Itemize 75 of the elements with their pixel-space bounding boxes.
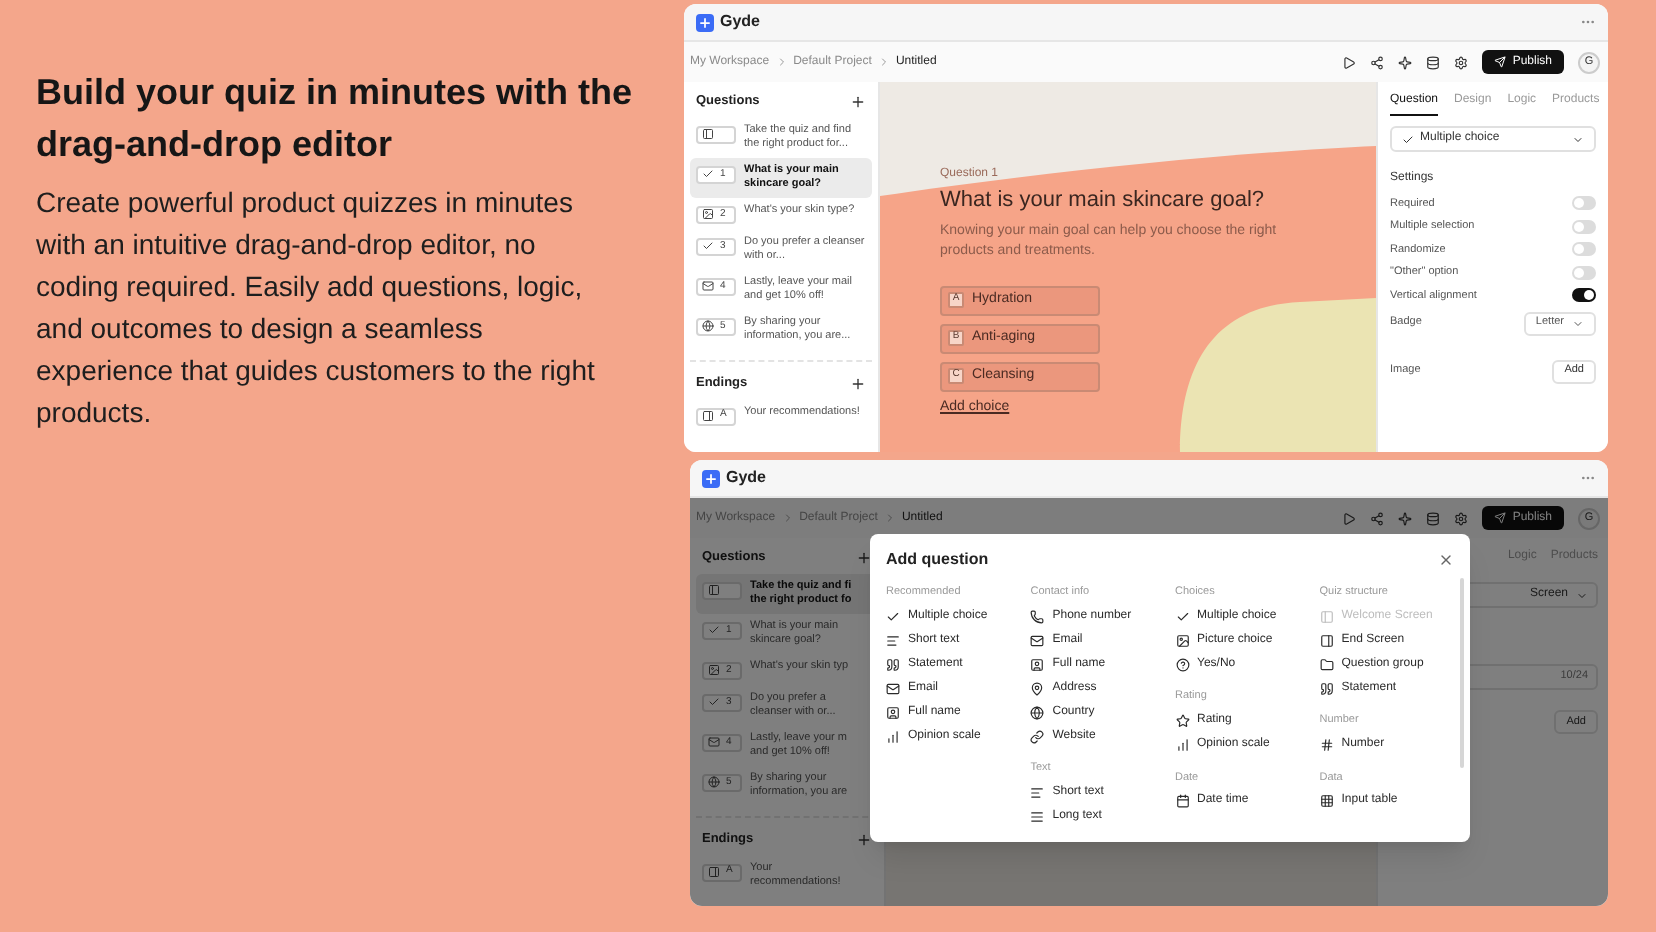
image-icon: [1175, 633, 1189, 648]
check-icon: [886, 609, 900, 624]
database-icon[interactable]: [1426, 55, 1441, 69]
text-lines-icon: [1030, 786, 1045, 800]
image-icon: [708, 664, 720, 677]
panel-left-icon: [708, 584, 720, 597]
panel-right-icon: [1319, 633, 1334, 648]
add-icon[interactable]: [856, 549, 872, 566]
question-mark-icon: [1175, 657, 1189, 672]
check-icon: [1175, 609, 1189, 624]
user-card-icon: [1030, 657, 1045, 672]
panel-left-icon: [1319, 609, 1334, 624]
link-icon: [1030, 729, 1045, 744]
add-icon[interactable]: [850, 375, 866, 392]
chevron-right-icon: [781, 512, 794, 524]
user-card-icon: [886, 705, 900, 720]
panel-right-icon: [708, 866, 720, 878]
chevron-down-icon: [1572, 317, 1584, 329]
panel-right-icon: [702, 410, 714, 422]
app-name: Gyde: [726, 466, 767, 490]
check-icon: [702, 240, 714, 253]
check-icon: [708, 624, 720, 637]
share-icon[interactable]: [1370, 55, 1385, 69]
star-icon: [1175, 714, 1189, 728]
quote-icon: [1319, 681, 1334, 696]
phone-icon: [1030, 609, 1045, 624]
chevron-down-icon: [1576, 589, 1588, 601]
globe-icon: [1030, 705, 1045, 720]
chevron-right-icon: [877, 56, 890, 68]
question-title: What is your main skincare goal?: [940, 186, 1267, 216]
mail-icon: [1030, 633, 1045, 648]
mail-icon: [708, 736, 720, 749]
toggle-switch[interactable]: [1572, 265, 1596, 280]
play-icon[interactable]: [1342, 511, 1357, 525]
bar-chart-icon: [1175, 738, 1189, 752]
map-pin-icon: [1030, 681, 1045, 696]
text-lines-icon: [886, 633, 900, 648]
play-icon[interactable]: [1342, 55, 1357, 69]
send-icon: [1494, 512, 1507, 524]
image-icon: [702, 208, 714, 221]
add-icon[interactable]: [850, 93, 866, 110]
chevron-down-icon: [1572, 133, 1584, 145]
folder-icon: [1319, 657, 1334, 672]
logo-icon: [696, 13, 714, 31]
close-icon[interactable]: [1438, 552, 1454, 568]
mail-icon: [886, 681, 900, 696]
panel-left-icon: [702, 128, 714, 141]
chevron-right-icon: [883, 512, 896, 524]
mail-icon: [702, 280, 714, 293]
quote-icon: [886, 657, 900, 672]
calendar-icon: [1175, 794, 1189, 809]
grid-icon: [1319, 794, 1334, 809]
app-name: Gyde: [720, 10, 761, 34]
scrollbar[interactable]: [1460, 578, 1464, 768]
toggle-switch[interactable]: [1572, 219, 1596, 234]
send-icon: [1494, 56, 1507, 68]
toggle-switch[interactable]: [1572, 196, 1596, 211]
text-lines-icon: [1030, 810, 1045, 824]
toggle-switch[interactable]: [1572, 242, 1596, 257]
check-icon: [702, 168, 714, 181]
intro-paragraph: Create powerful product quizzes in minutes with an intuitive drag-and-drop editor, no coding required. Easily add questions, logic, and outcomes to design a seamless experience that guides customers to the right products.: [36, 184, 597, 432]
bar-chart-icon: [886, 729, 900, 744]
hash-icon: [1319, 738, 1334, 752]
logo-icon: [702, 469, 720, 487]
globe-icon: [708, 776, 720, 789]
toggle-switch[interactable]: [1572, 288, 1596, 303]
chevron-right-icon: [775, 56, 788, 68]
globe-icon: [702, 320, 714, 333]
intro-heading: Build your quiz in minutes with the drag-and-drop editor: [36, 70, 634, 168]
sparkle-icon[interactable]: [1398, 55, 1413, 69]
settings-icon[interactable]: [1454, 55, 1469, 69]
add-icon[interactable]: [856, 831, 872, 848]
check-icon: [1402, 133, 1414, 145]
check-icon: [708, 696, 720, 709]
dialog-title: Add question: [886, 548, 989, 572]
